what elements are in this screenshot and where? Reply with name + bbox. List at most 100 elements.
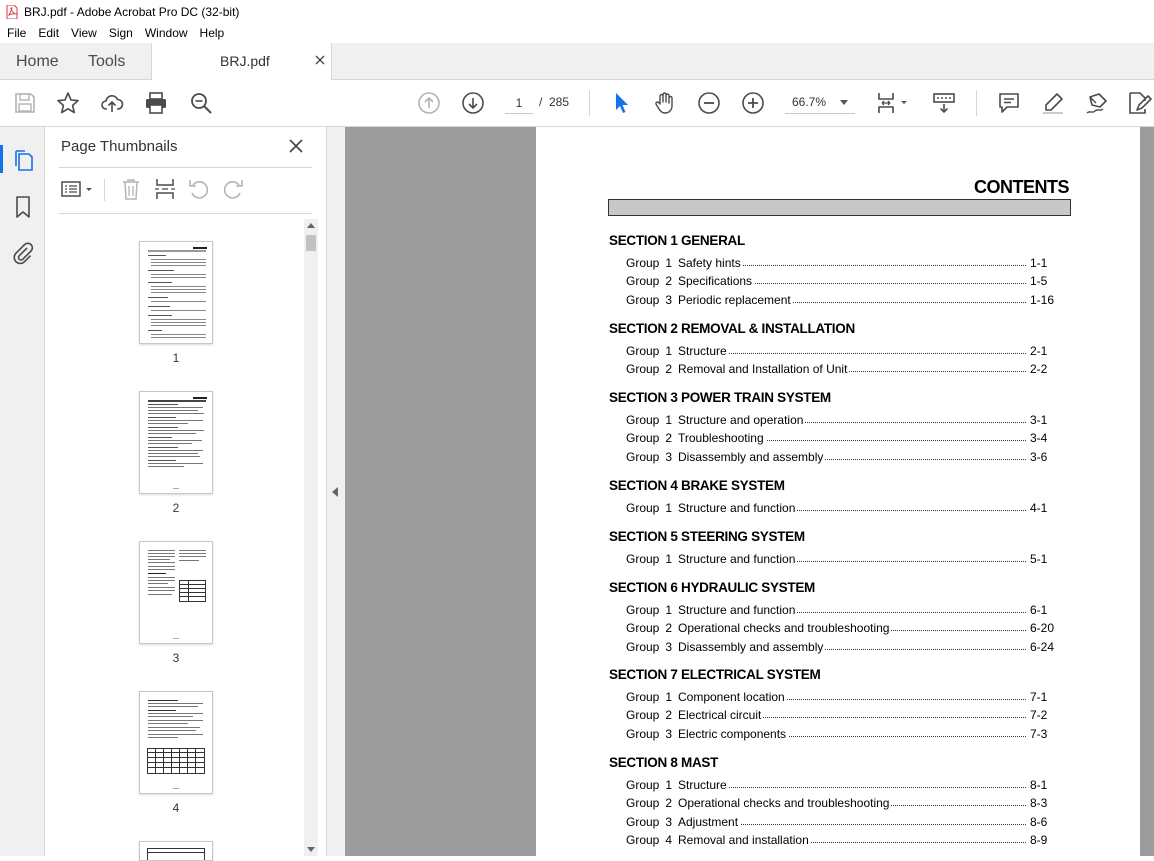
search-zoom-icon[interactable] [189, 91, 213, 115]
toc-entry[interactable]: Group 2 Specifications 1-5 [626, 274, 1064, 290]
toc-entry[interactable]: Group 1 Structure and operation 3-1 [626, 413, 1064, 429]
next-page-icon[interactable] [461, 91, 485, 115]
page-reference: 5-1 [1026, 552, 1048, 566]
menu-sign[interactable]: Sign [103, 23, 139, 43]
title-bar: BRJ.pdf - Adobe Acrobat Pro DC (32-bit) [0, 0, 1154, 23]
close-tab-icon[interactable] [313, 53, 327, 67]
section-heading: SECTION 5 STEERING SYSTEM [609, 529, 805, 544]
group-name: Disassembly and assembly [678, 639, 826, 654]
group-number: 1 [665, 690, 672, 704]
scroll-up-icon[interactable] [307, 223, 315, 228]
scroll-mode-icon[interactable] [932, 91, 956, 115]
group-name: Structure and function [678, 501, 798, 515]
toolbar-divider [976, 90, 977, 116]
toc-entry[interactable]: Group 3 Disassembly and assembly 3-6 [626, 449, 1064, 466]
thumbnail-options-icon[interactable] [60, 177, 96, 201]
bookmarks-icon[interactable] [11, 195, 35, 219]
tab-document[interactable]: BRJ.pdf [151, 43, 332, 80]
toc-entry[interactable]: Group 1 Structure and function 6-1 [626, 603, 1064, 619]
group-name: Structure and operation [678, 413, 806, 427]
toc-entry[interactable]: Group 3 Adjustment 8-6 [626, 814, 1064, 831]
group-number: 3 [665, 292, 672, 307]
highlight-pen-icon[interactable] [1041, 91, 1065, 115]
group-number: 2 [665, 621, 672, 636]
group-number: 1 [665, 603, 672, 617]
menu-window[interactable]: Window [139, 23, 194, 43]
previous-page-icon[interactable] [417, 91, 441, 115]
tab-home[interactable]: Home [16, 43, 59, 80]
zoom-out-icon[interactable] [697, 91, 721, 115]
attachment-icon[interactable] [11, 241, 35, 265]
toc-entry[interactable]: Group 1 Structure and function 4-1 [626, 501, 1064, 517]
toc-entry[interactable]: Group 2 Troubleshooting 3-4 [626, 431, 1064, 447]
collapse-panel-icon[interactable] [332, 487, 338, 497]
page-thumbnail[interactable] [139, 841, 213, 861]
toc-entry[interactable]: Group 2 Operational checks and troubleshoo… [626, 796, 1064, 812]
bookmark-star-icon[interactable] [56, 91, 80, 115]
menu-file[interactable]: File [1, 23, 32, 43]
save-icon[interactable] [13, 91, 37, 115]
thumbnails-scrollbar[interactable] [304, 219, 318, 856]
group-number: 3 [665, 726, 672, 741]
section-heading: SECTION 1 GENERAL [609, 233, 745, 248]
page-thumbnails-icon[interactable] [11, 148, 35, 172]
contents-title: CONTENTS [974, 177, 1070, 197]
tab-tools[interactable]: Tools [88, 43, 125, 80]
menu-help[interactable]: Help [194, 23, 231, 43]
toc-entry[interactable]: Group 1 Component location 7-1 [626, 690, 1064, 706]
toc-entry[interactable]: Group 2 Electrical circuit 7-2 [626, 708, 1064, 724]
scroll-down-icon[interactable] [307, 847, 315, 852]
toc-entry[interactable]: Group 2 Operational checks and troubleshoo… [626, 621, 1064, 637]
page-reference: 8-9 [1026, 832, 1048, 847]
section-heading: SECTION 3 POWER TRAIN SYSTEM [609, 390, 831, 405]
group-label: Group [626, 690, 660, 704]
zoom-select[interactable]: 66.7% [785, 92, 855, 114]
comment-icon[interactable] [997, 91, 1021, 115]
menu-edit[interactable]: Edit [32, 23, 65, 43]
toc-entry[interactable]: Group 3 Disassembly and assembly 6-24 [626, 639, 1064, 656]
page-thumbnail[interactable] [139, 391, 213, 494]
rotate-right-icon[interactable] [221, 177, 245, 201]
close-panel-icon[interactable] [288, 138, 304, 154]
group-number: 1 [665, 344, 672, 358]
toc-entry[interactable]: Group 4 Removal and installation 8-9 [626, 832, 1064, 849]
toc-entry[interactable]: Group 3 Electric components 7-3 [626, 726, 1064, 743]
group-number: 3 [665, 814, 672, 829]
toc-entry[interactable]: Group 3 Periodic replacement 1-16 [626, 292, 1064, 309]
page-thumbnail[interactable] [139, 691, 213, 794]
hand-tool-icon[interactable] [653, 91, 677, 115]
page-fit-icon[interactable] [876, 91, 907, 115]
panel-splitter[interactable] [326, 127, 345, 856]
scrollbar-thumb[interactable] [306, 235, 316, 251]
page-separator: / [539, 95, 543, 109]
document-viewport[interactable]: CONTENTS SECTION 1 GENERAL Group 1 Safety h… [345, 127, 1154, 856]
group-name: Electrical circuit [678, 708, 764, 723]
toc-entry[interactable]: Group 1 Structure and function 5-1 [626, 552, 1064, 568]
delete-page-icon[interactable] [119, 177, 143, 201]
edit-pdf-icon[interactable] [1127, 91, 1152, 115]
insert-page-icon[interactable] [153, 177, 177, 201]
group-number: 2 [665, 796, 672, 811]
upload-cloud-icon[interactable] [100, 91, 124, 115]
print-icon[interactable] [144, 91, 168, 115]
menu-view[interactable]: View [65, 23, 103, 43]
toc-entry[interactable]: Group 1 Structure 2-1 [626, 344, 1064, 360]
group-label: Group [626, 603, 660, 617]
sign-pen-icon[interactable] [1085, 91, 1109, 115]
page-thumbnail[interactable] [139, 241, 213, 344]
group-label: Group [626, 639, 660, 654]
page-thumbnail[interactable] [139, 541, 213, 644]
toc-entry[interactable]: Group 1 Structure 8-1 [626, 778, 1064, 794]
rotate-left-icon[interactable] [187, 177, 211, 201]
group-name: Component location [678, 690, 787, 704]
page-number-input[interactable] [505, 92, 533, 114]
section-heading: SECTION 8 MAST [609, 755, 719, 770]
toc-entry[interactable]: Group 1 Safety hints 1-1 [626, 256, 1064, 272]
toc-entry[interactable]: Group 2 Removal and Installation of Unit 2-… [626, 362, 1064, 378]
zoom-value: 66.7% [792, 95, 827, 109]
group-number: 2 [665, 274, 672, 289]
select-cursor-icon[interactable] [609, 91, 633, 115]
group-name: Specifications [678, 274, 755, 289]
window-title: BRJ.pdf - Adobe Acrobat Pro DC (32-bit) [24, 4, 240, 19]
zoom-in-icon[interactable] [741, 91, 765, 115]
